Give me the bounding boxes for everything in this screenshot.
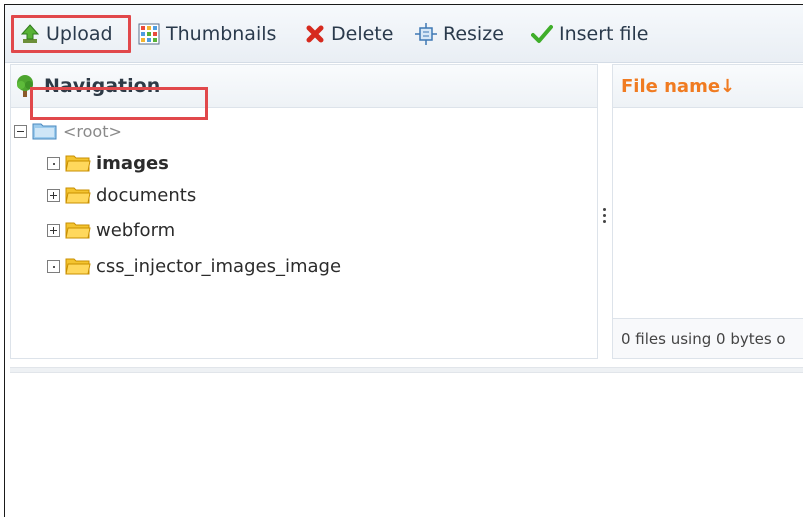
panel-splitter[interactable] — [601, 195, 607, 235]
folder-icon — [65, 187, 91, 204]
delete-label: Delete — [331, 23, 394, 45]
tree-item-css-injector[interactable]: css_injector_images_image — [47, 253, 341, 279]
root-label: <root> — [63, 121, 122, 141]
horizontal-divider[interactable] — [10, 367, 803, 373]
tree-item-webform[interactable]: webform — [47, 217, 175, 243]
upload-label: Upload — [46, 23, 113, 45]
column-header-file-name[interactable]: File name↓ — [613, 65, 803, 108]
expand-icon[interactable] — [47, 188, 60, 202]
thumbnails-label: Thumbnails — [166, 23, 277, 45]
node-icon — [47, 259, 60, 273]
tree-item-label: documents — [96, 184, 197, 206]
highlight-box — [30, 87, 208, 120]
folder-icon — [65, 155, 91, 172]
thumbnails-icon — [138, 23, 160, 45]
folder-icon — [65, 258, 91, 275]
open-folder-icon — [32, 123, 57, 140]
checkmark-icon — [531, 25, 553, 43]
toolbar: Upload Thumbnails Delete Resize Insert f… — [5, 5, 803, 63]
file-status-bar: 0 files using 0 bytes o — [613, 318, 803, 358]
resize-label: Resize — [443, 23, 504, 45]
resize-icon — [415, 23, 437, 45]
tree-item-label: images — [96, 152, 169, 174]
upload-icon — [20, 24, 40, 43]
file-browser-window: Upload Thumbnails Delete Resize Insert f… — [4, 4, 803, 517]
tree-item-documents[interactable]: documents — [47, 182, 196, 208]
resize-button[interactable]: Resize — [415, 15, 504, 53]
file-list-panel: File name↓ 0 files using 0 bytes o — [612, 64, 803, 359]
tree-item-label: css_injector_images_image — [96, 255, 342, 277]
node-icon — [47, 156, 60, 170]
tree-item-label: webform — [96, 219, 176, 241]
insert-file-button[interactable]: Insert file — [531, 15, 648, 53]
tree-item-images[interactable]: images — [47, 150, 169, 176]
thumbnails-button[interactable]: Thumbnails — [138, 15, 276, 53]
collapse-icon[interactable] — [14, 124, 27, 138]
tree-root[interactable]: <root> — [14, 118, 122, 144]
delete-button[interactable]: Delete — [305, 15, 393, 53]
expand-icon[interactable] — [47, 223, 60, 237]
file-list — [613, 108, 803, 316]
upload-button[interactable]: Upload — [11, 15, 131, 53]
insert-file-label: Insert file — [559, 23, 649, 45]
folder-icon — [65, 222, 91, 239]
delete-icon — [306, 25, 324, 43]
